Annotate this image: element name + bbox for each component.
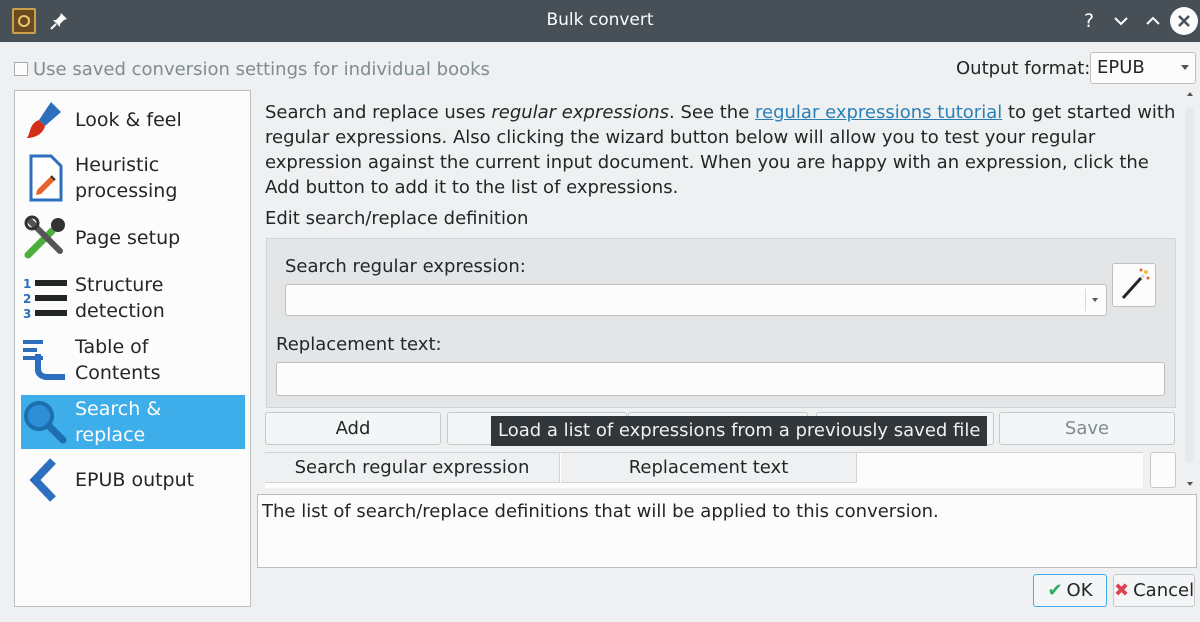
scroll-thumb[interactable] bbox=[1185, 108, 1194, 463]
chevron-down-icon bbox=[1092, 298, 1098, 302]
window-title: Bulk convert bbox=[546, 10, 654, 30]
regex-tutorial-link[interactable]: regular expressions tutorial bbox=[755, 102, 1002, 123]
wizard-button[interactable] bbox=[1112, 263, 1156, 307]
search-regex-combo[interactable] bbox=[285, 284, 1107, 316]
sidebar-item-epub-output[interactable]: EPUB output bbox=[21, 455, 245, 505]
definitions-table[interactable]: Search regular expression Replacement te… bbox=[265, 452, 1143, 488]
output-format-value: EPUB bbox=[1097, 57, 1145, 78]
saved-settings-option[interactable]: Use saved conversion settings for indivi… bbox=[14, 58, 490, 80]
cancel-label: Cancel bbox=[1133, 580, 1195, 601]
sidebar-item-toc[interactable]: Table of Contents bbox=[21, 333, 245, 387]
sidebar-item-structure[interactable]: 123 Structure detection bbox=[21, 271, 245, 325]
sidebar-item-label: Page setup bbox=[75, 227, 181, 249]
magnifier-icon bbox=[21, 398, 69, 446]
saved-settings-checkbox[interactable] bbox=[14, 62, 28, 76]
x-icon: ✖ bbox=[1114, 580, 1130, 601]
brush-icon bbox=[21, 96, 69, 144]
chevron-down-icon bbox=[1181, 65, 1189, 70]
column-header-search[interactable]: Search regular expression bbox=[265, 453, 560, 483]
sidebar-item-look-feel[interactable]: Look & feel bbox=[21, 95, 245, 145]
ok-button[interactable]: ✔ OK bbox=[1033, 574, 1107, 607]
toc-icon bbox=[21, 336, 69, 384]
ok-label: OK bbox=[1066, 580, 1093, 601]
table-side-button[interactable] bbox=[1150, 452, 1176, 488]
replacement-label: Replacement text: bbox=[276, 334, 442, 355]
sidebar-item-search-replace[interactable]: Search & replace bbox=[21, 395, 245, 449]
intro-emphasis: regular expressions bbox=[491, 102, 669, 123]
settings-sidebar: Look & feel Heuristic processing Page se… bbox=[14, 90, 251, 607]
minimize-icon[interactable] bbox=[1108, 8, 1134, 34]
load-tooltip: Load a list of expressions from a previo… bbox=[491, 416, 988, 446]
svg-text:3: 3 bbox=[23, 307, 31, 321]
scroll-up-icon[interactable] bbox=[1187, 92, 1193, 96]
svg-text:2: 2 bbox=[23, 292, 31, 306]
sidebar-item-label: Search & replace bbox=[75, 398, 162, 446]
sidebar-item-heuristic[interactable]: Heuristic processing bbox=[21, 151, 245, 205]
chevron-left-icon bbox=[21, 456, 69, 504]
vertical-scrollbar[interactable] bbox=[1183, 88, 1197, 490]
intro-prefix: Search and replace uses bbox=[265, 102, 492, 123]
sidebar-item-label: Table of Contents bbox=[75, 336, 161, 384]
cancel-button[interactable]: ✖ Cancel bbox=[1113, 574, 1195, 607]
intro-mid: . See the bbox=[669, 102, 756, 123]
title-bar: Bulk convert ? bbox=[0, 0, 1200, 42]
numbered-list-icon: 123 bbox=[21, 274, 69, 322]
output-format-label: Output format: bbox=[956, 58, 1091, 79]
saved-settings-label: Use saved conversion settings for indivi… bbox=[33, 58, 490, 80]
svg-text:1: 1 bbox=[23, 277, 31, 291]
sidebar-item-page-setup[interactable]: Page setup bbox=[21, 213, 245, 263]
save-button[interactable]: Save bbox=[999, 412, 1175, 445]
scroll-down-icon[interactable] bbox=[1187, 482, 1193, 486]
search-regex-label: Search regular expression: bbox=[285, 256, 526, 277]
checkmark-icon: ✔ bbox=[1047, 580, 1063, 601]
description-box: The list of search/replace definitions t… bbox=[257, 494, 1197, 568]
close-icon[interactable] bbox=[1170, 7, 1198, 35]
document-edit-icon bbox=[21, 154, 69, 202]
tools-icon bbox=[21, 214, 69, 262]
intro-text: Search and replace uses regular expressi… bbox=[265, 100, 1183, 200]
output-format-select[interactable]: EPUB bbox=[1090, 52, 1196, 84]
column-header-replacement[interactable]: Replacement text bbox=[561, 453, 857, 483]
edit-definition-label: Edit search/replace definition bbox=[265, 208, 529, 229]
magic-wand-icon bbox=[1121, 268, 1150, 300]
sidebar-item-label: Structure detection bbox=[75, 274, 165, 322]
sidebar-item-label: Look & feel bbox=[75, 109, 182, 131]
replacement-input[interactable] bbox=[276, 362, 1165, 396]
maximize-icon[interactable] bbox=[1140, 8, 1166, 34]
sidebar-item-label: Heuristic processing bbox=[75, 154, 178, 202]
add-button[interactable]: Add bbox=[265, 412, 441, 445]
sidebar-item-label: EPUB output bbox=[75, 469, 195, 491]
help-icon[interactable]: ? bbox=[1076, 8, 1102, 34]
